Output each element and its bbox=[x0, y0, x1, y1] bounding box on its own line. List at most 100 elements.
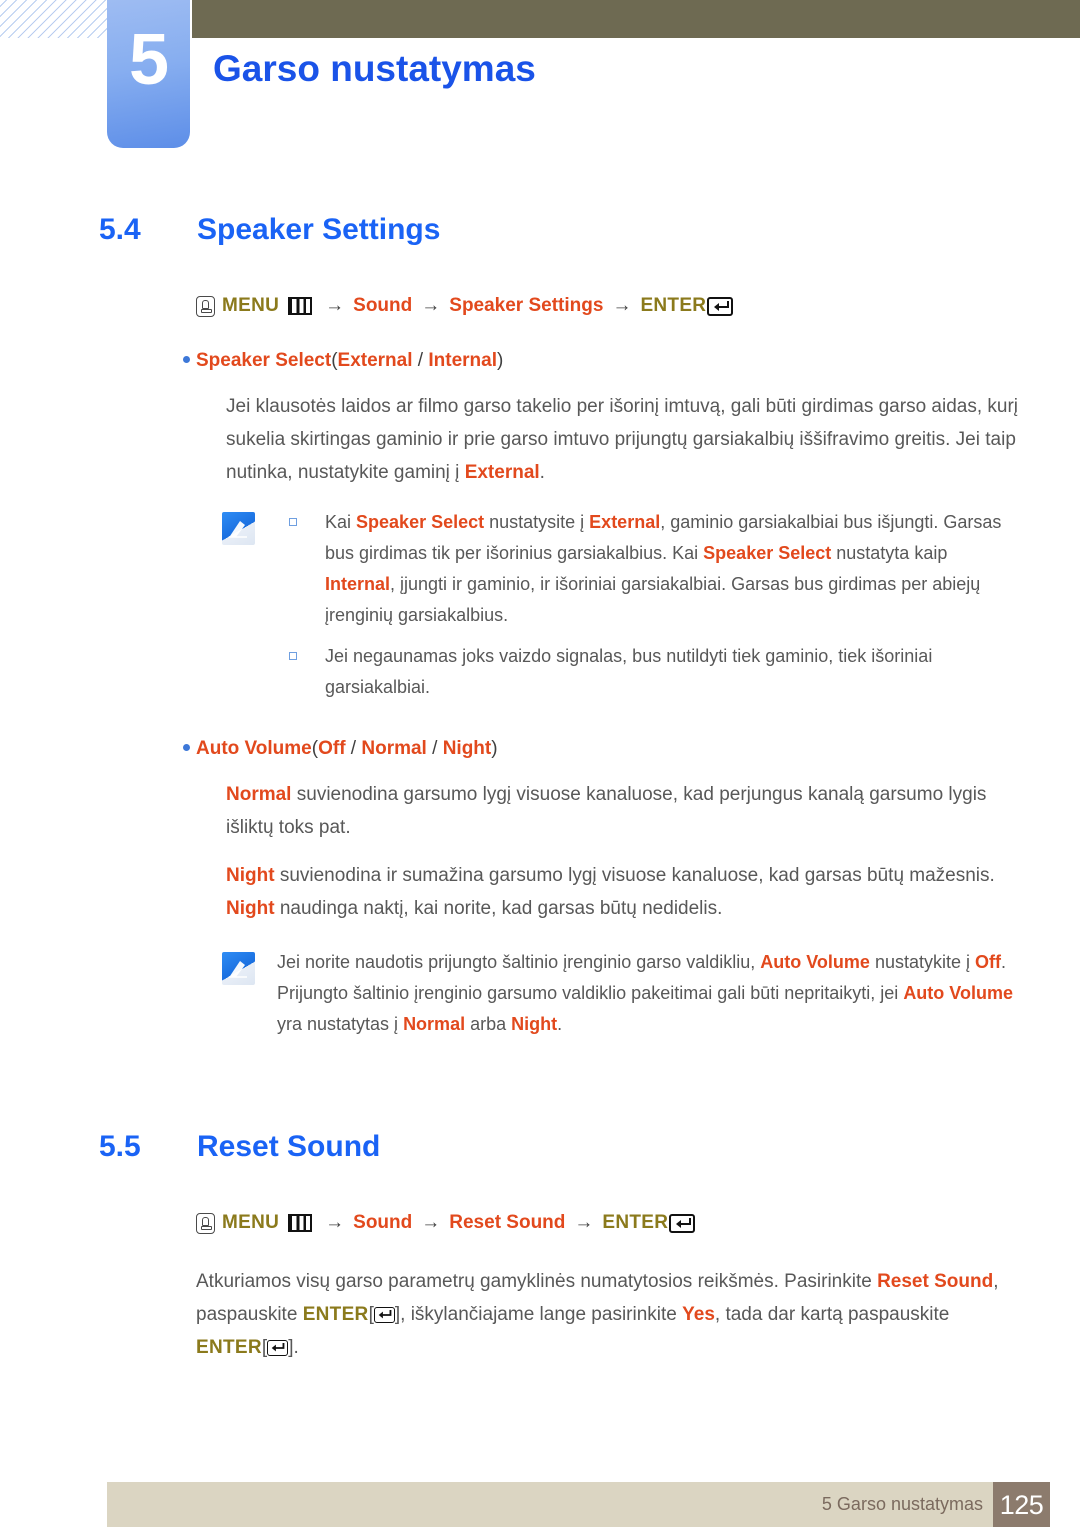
option-sep-2: / bbox=[426, 738, 443, 759]
menu-step-sound: Sound bbox=[353, 295, 413, 316]
bullet-dot-icon bbox=[183, 744, 190, 751]
bullet-auto-volume: Auto Volume(Off / Normal / Night) bbox=[183, 732, 1080, 765]
hand-press-icon bbox=[196, 295, 215, 317]
paragraph-normal: Normal suvienodina garsumo lygį visuose … bbox=[226, 778, 1022, 844]
text-run: Atkuriamos visų garso parametrų gamyklin… bbox=[196, 1271, 878, 1292]
text-run: Jei klausotės laidos ar filmo garso take… bbox=[226, 396, 1019, 483]
arrow-3: → bbox=[574, 1212, 594, 1233]
enter-return-icon bbox=[373, 1307, 395, 1323]
arrow-1: → bbox=[325, 295, 345, 316]
menu-bars-icon bbox=[288, 1214, 313, 1232]
keyword: Night bbox=[226, 898, 275, 919]
paragraph-night: Night suvienodina ir sumažina garsumo ly… bbox=[226, 859, 1022, 925]
keyword: Off bbox=[975, 952, 1001, 972]
page-footer: 5 Garso nustatymas 125 bbox=[107, 1482, 1050, 1527]
chapter-number-badge: 5 bbox=[107, 0, 190, 148]
menu-label: MENU bbox=[222, 295, 280, 316]
option-internal: Internal bbox=[428, 350, 497, 371]
arrow-2: → bbox=[421, 295, 441, 316]
text-run: . bbox=[293, 1337, 299, 1358]
text-run: , tada dar kartą paspauskite bbox=[714, 1304, 950, 1325]
text-run: Kai bbox=[325, 512, 357, 532]
bullet-name: Auto Volume bbox=[196, 738, 312, 759]
text-run: . bbox=[539, 462, 545, 483]
enter-label: ENTER bbox=[196, 1337, 262, 1358]
text-run: nustatyta kaip bbox=[831, 543, 948, 563]
keyword: Reset Sound bbox=[877, 1271, 994, 1292]
note-block-auto-volume: Jei norite naudotis prijungto šaltinio į… bbox=[222, 947, 1022, 1040]
note-line: Jei norite naudotis prijungto šaltinio į… bbox=[277, 947, 1022, 1040]
olive-header-bar bbox=[192, 0, 1080, 38]
option-night: Night bbox=[442, 738, 492, 759]
text-run: yra nustatytas į bbox=[277, 1014, 404, 1034]
keyword: Internal bbox=[325, 574, 391, 594]
note-line: Kai Speaker Select nustatysite į Externa… bbox=[277, 507, 1022, 631]
text-run: nustatysite į bbox=[484, 512, 590, 532]
bullet-title-speaker-select: Speaker Select(External / Internal) bbox=[196, 350, 503, 371]
paragraph-speaker-select: Jei klausotės laidos ar filmo garso take… bbox=[226, 390, 1022, 489]
text-run: nustatykite į bbox=[869, 952, 975, 972]
keyword: Normal bbox=[403, 1014, 466, 1034]
section-number: 5.5 bbox=[99, 1130, 141, 1163]
paragraph-reset-sound: Atkuriamos visų garso parametrų gamyklin… bbox=[196, 1265, 1022, 1364]
option-external: External bbox=[337, 350, 413, 371]
section-heading-5-5: 5.5 Reset Sound bbox=[99, 1130, 1080, 1164]
bullet-dot-icon bbox=[183, 356, 190, 363]
bullet-name: Speaker Select bbox=[196, 350, 332, 371]
keyword: External bbox=[589, 512, 661, 532]
keyword: Auto Volume bbox=[760, 952, 870, 972]
note-line: Jei negaunamas joks vaizdo signalas, bus… bbox=[277, 641, 1022, 703]
menu-path-speaker-settings: MENU → Sound → Speaker Settings → ENTER bbox=[196, 292, 1080, 320]
keyword: Auto Volume bbox=[903, 983, 1013, 1003]
note-block-speaker-select: Kai Speaker Select nustatysite į Externa… bbox=[222, 507, 1022, 703]
enter-label: ENTER bbox=[640, 295, 707, 316]
option-sep: / bbox=[412, 350, 429, 371]
paren-close: ) bbox=[491, 738, 498, 759]
text-run: Jei negaunamas joks vaizdo signalas, bus… bbox=[325, 646, 933, 697]
menu-step-sound: Sound bbox=[353, 1212, 413, 1233]
section-heading-5-4: 5.4 Speaker Settings bbox=[99, 213, 1080, 247]
text-run: suvienodina garsumo lygį visuose kanaluo… bbox=[226, 784, 987, 838]
menu-label: MENU bbox=[222, 1212, 280, 1233]
option-sep-1: / bbox=[345, 738, 362, 759]
bullet-speaker-select: Speaker Select(External / Internal) bbox=[183, 344, 1080, 377]
keyword: External bbox=[464, 462, 540, 483]
text-run: , įjungti ir gaminio, ir išoriniai garsi… bbox=[325, 574, 981, 625]
text-run: , iškylančiajame lange pasirinkite bbox=[400, 1304, 683, 1325]
menu-step-reset-sound: Reset Sound bbox=[449, 1212, 566, 1233]
enter-label: ENTER bbox=[302, 1304, 369, 1325]
text-run: . bbox=[557, 1014, 563, 1034]
chapter-title: Garso nustatymas bbox=[213, 48, 536, 89]
arrow-1: → bbox=[325, 1212, 345, 1233]
keyword: Speaker Select bbox=[703, 543, 832, 563]
enter-return-icon bbox=[267, 1340, 289, 1356]
menu-path-reset-sound: MENU → Sound → Reset Sound → ENTER bbox=[196, 1209, 1080, 1237]
paren-close: ) bbox=[496, 350, 504, 371]
keyword: Speaker Select bbox=[356, 512, 485, 532]
keyword: Night bbox=[226, 865, 275, 886]
footer-chapter-label: 5 Garso nustatymas bbox=[821, 1494, 983, 1514]
square-bullet-icon bbox=[289, 652, 297, 660]
note-body: Kai Speaker Select nustatysite į Externa… bbox=[277, 507, 1022, 703]
arrow-3: → bbox=[612, 295, 632, 316]
menu-step-speaker-settings: Speaker Settings bbox=[449, 295, 604, 316]
enter-return-icon bbox=[669, 1213, 696, 1233]
section-title: Speaker Settings bbox=[197, 213, 441, 246]
text-run: naudinga naktį, kai norite, kad garsas b… bbox=[274, 898, 723, 919]
arrow-2: → bbox=[421, 1212, 441, 1233]
section-title: Reset Sound bbox=[197, 1130, 381, 1163]
section-number: 5.4 bbox=[99, 213, 141, 246]
bullet-title-auto-volume: Auto Volume(Off / Normal / Night) bbox=[196, 738, 498, 759]
footer-page-number: 125 bbox=[993, 1482, 1050, 1527]
option-off: Off bbox=[318, 738, 346, 759]
hatch-decoration bbox=[0, 0, 108, 38]
keyword: Normal bbox=[226, 784, 292, 805]
text-run: suvienodina ir sumažina garsumo lygį vis… bbox=[274, 865, 995, 886]
keyword: Night bbox=[511, 1014, 558, 1034]
square-bullet-icon bbox=[289, 518, 297, 526]
text-run: Jei norite naudotis prijungto šaltinio į… bbox=[277, 952, 761, 972]
hand-press-icon bbox=[196, 1212, 215, 1234]
page-header: 5 Garso nustatymas bbox=[0, 0, 1080, 195]
enter-return-icon bbox=[707, 296, 734, 316]
enter-label: ENTER bbox=[602, 1212, 669, 1233]
